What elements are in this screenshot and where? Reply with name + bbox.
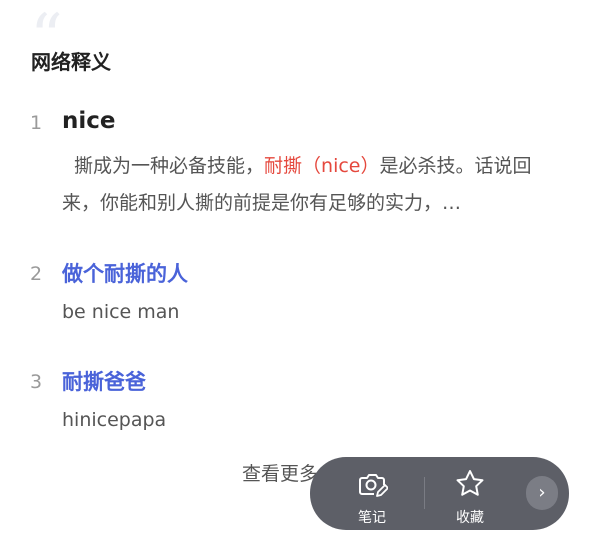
view-more-link[interactable]: 查看更多 bbox=[242, 459, 318, 486]
note-button[interactable]: 笔记 bbox=[332, 457, 412, 530]
floating-toolbar: 笔记 收藏 › bbox=[310, 457, 569, 530]
note-label: 笔记 bbox=[358, 510, 386, 526]
snippet-highlight: 耐撕 bbox=[264, 155, 303, 177]
star-icon bbox=[456, 470, 484, 496]
section-title: 网络释义 bbox=[31, 50, 111, 74]
toolbar-divider bbox=[424, 477, 425, 509]
entry-headword-link[interactable]: 做个耐撕的人 bbox=[62, 258, 188, 288]
entry-number: 2 bbox=[30, 263, 43, 285]
entry-headword-link[interactable]: 耐撕爸爸 bbox=[62, 366, 146, 396]
snippet-text-before: 撕成为一种必备技能， bbox=[74, 155, 265, 177]
entry-number: 3 bbox=[30, 371, 43, 393]
entry-snippet: 撕成为一种必备技能，耐撕（nice）是必杀技。话说回来，你能和别人撕的前提是你有… bbox=[62, 148, 557, 222]
snippet-highlight-paren: （nice） bbox=[302, 155, 380, 177]
camera-note-icon bbox=[359, 474, 388, 497]
entry-translation: hinicepapa bbox=[62, 409, 167, 431]
entry-number: 1 bbox=[30, 112, 43, 134]
entry-headword[interactable]: nice bbox=[62, 108, 116, 134]
favorite-label: 收藏 bbox=[456, 510, 484, 526]
favorite-button[interactable]: 收藏 bbox=[430, 457, 510, 530]
entry-translation: be nice man bbox=[62, 301, 180, 323]
chevron-right-icon[interactable]: › bbox=[526, 476, 558, 510]
